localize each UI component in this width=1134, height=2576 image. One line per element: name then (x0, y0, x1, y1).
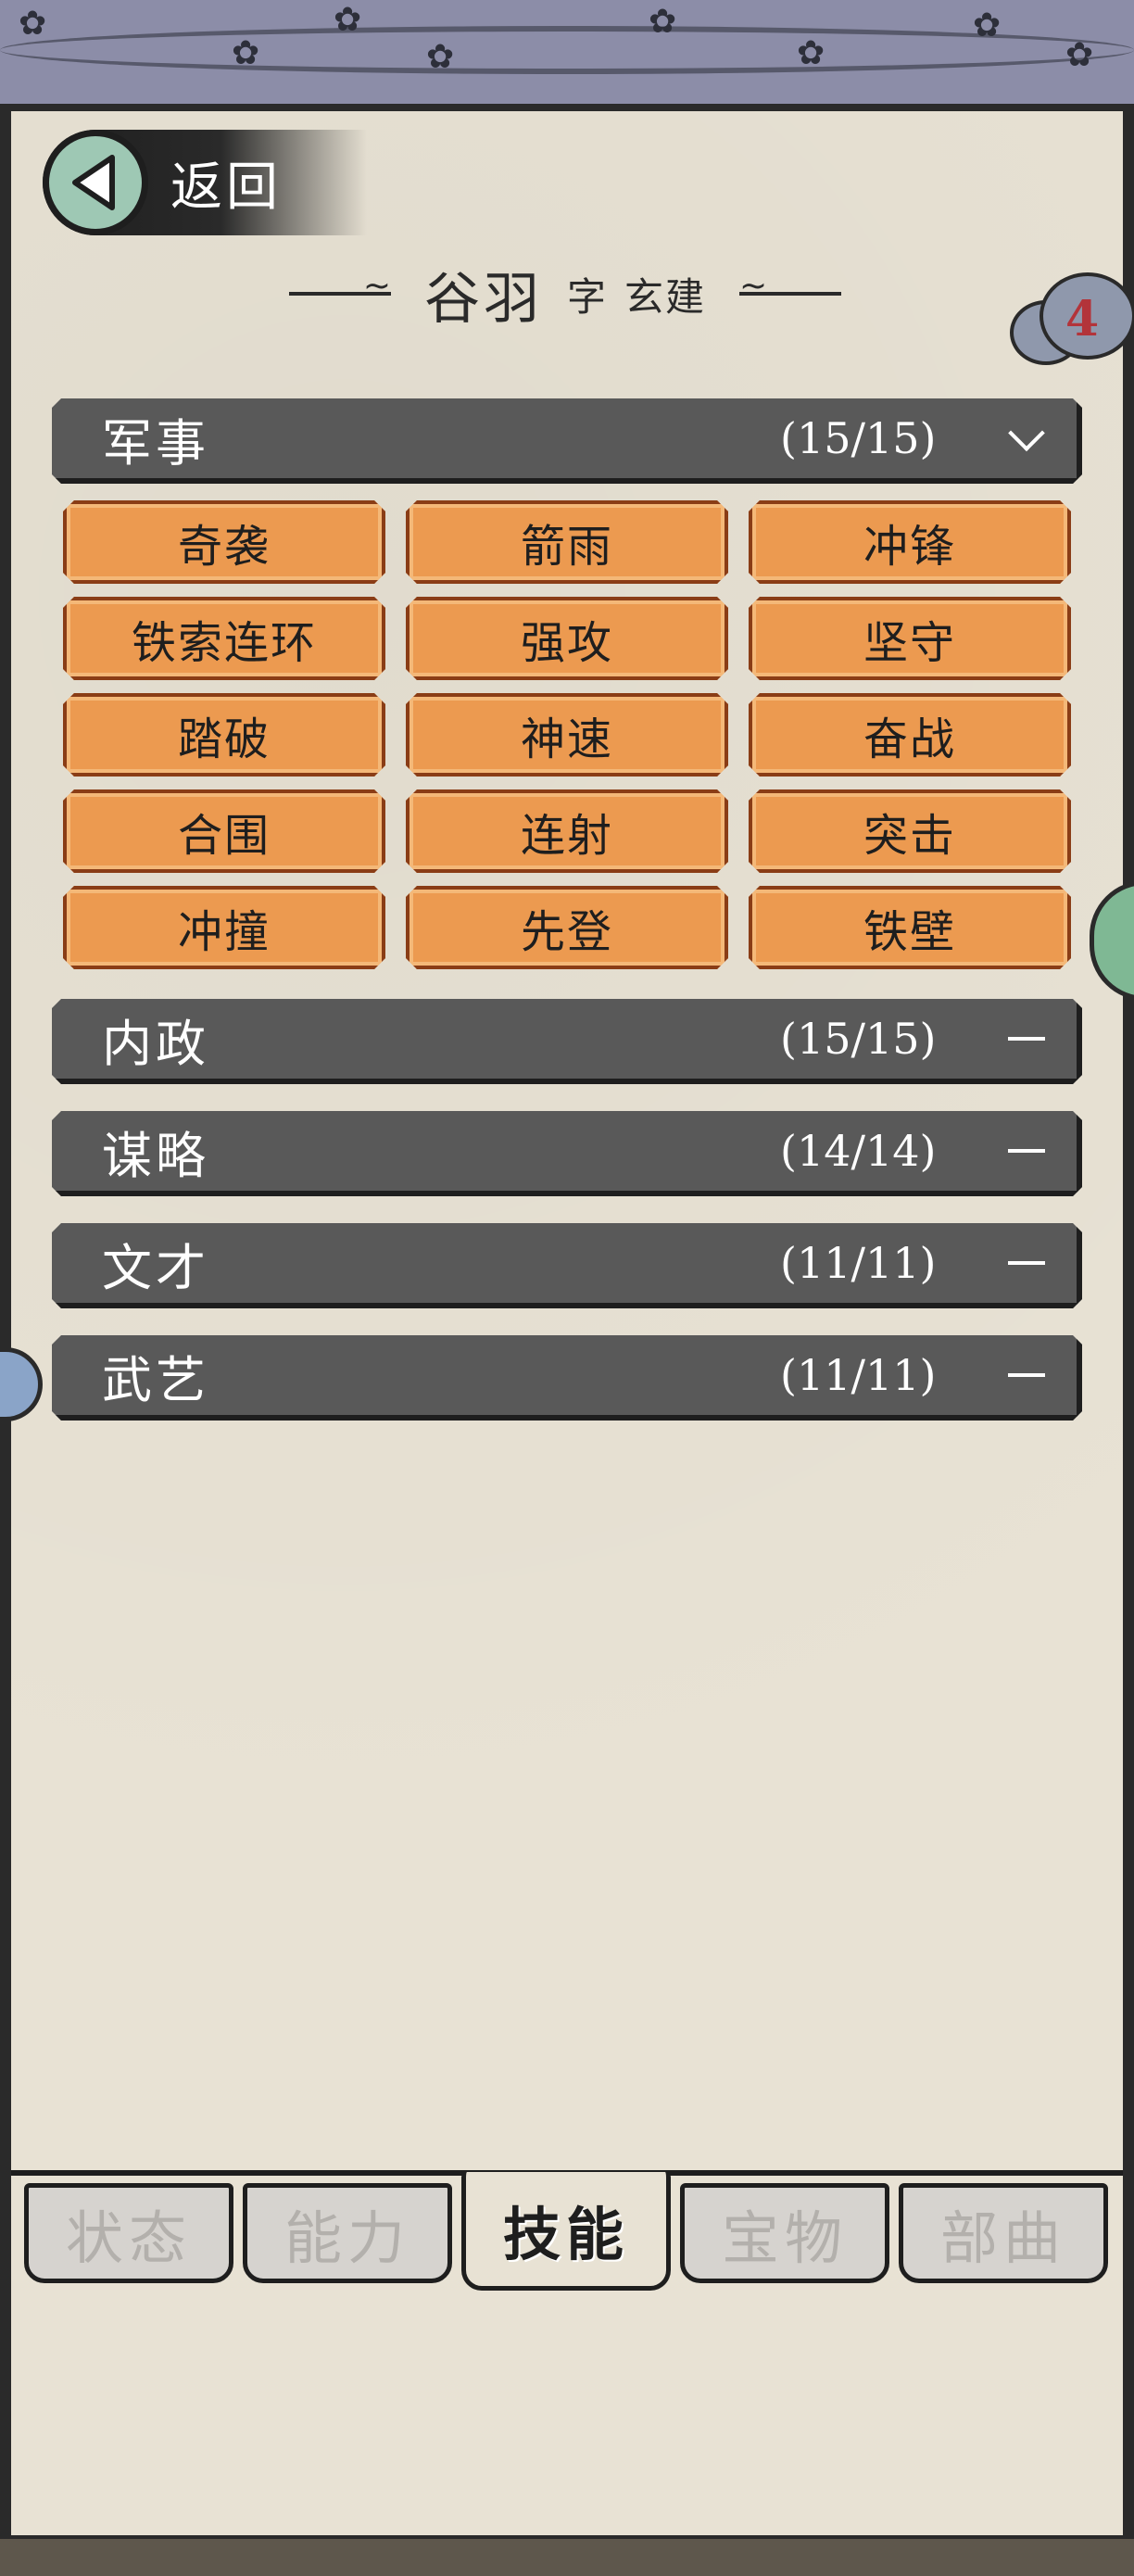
vine-pattern (0, 26, 1134, 74)
category-count: (15/15) (780, 413, 937, 463)
tab-label: 状态 (65, 2204, 192, 2272)
skill-button[interactable]: 坚守 (749, 597, 1071, 680)
badge-count: 4 (1065, 291, 1100, 347)
category-count: (11/11) (780, 1238, 937, 1288)
frame-right (1123, 104, 1134, 2535)
tab-skills[interactable]: 技能 (461, 2172, 671, 2291)
category-name: 文才 (102, 1238, 209, 1297)
courtesy-label: 字 (566, 273, 606, 320)
skill-button[interactable]: 冲锋 (749, 500, 1071, 584)
collapse-dash-icon[interactable] (1006, 1130, 1047, 1171)
category-name: 武艺 (102, 1350, 209, 1409)
flower-icon: ✿ (232, 34, 260, 72)
bottom-strip (0, 2535, 1134, 2576)
back-button[interactable]: 返回 (43, 130, 367, 235)
skill-button[interactable]: 箭雨 (406, 500, 728, 584)
right-ornament (739, 267, 842, 305)
category-count: (11/11) (780, 1350, 937, 1400)
general-name: 谷羽 (423, 266, 543, 332)
category-literary[interactable]: 文才 (11/11) (52, 1223, 1082, 1308)
tab-ability[interactable]: 能力 (243, 2183, 452, 2283)
bottom-tab-bar: 状态 能力 技能 宝物 部曲 (11, 2170, 1123, 2291)
flower-icon: ✿ (334, 1, 362, 39)
flower-icon: ✿ (426, 38, 455, 76)
decorative-top-border: ✿ ✿ ✿ ✿ ✿ ✿ ✿ ✿ (0, 0, 1134, 111)
category-name: 内政 (102, 1014, 209, 1073)
tab-treasure[interactable]: 宝物 (680, 2183, 889, 2283)
back-label: 返回 (170, 157, 282, 218)
category-military[interactable]: 军事 (15/15) (52, 398, 1082, 484)
skill-button[interactable]: 强攻 (406, 597, 728, 680)
tab-label: 宝物 (721, 2204, 848, 2272)
tab-status[interactable]: 状态 (24, 2183, 233, 2283)
tab-label: 能力 (284, 2204, 410, 2272)
frame-left (0, 104, 11, 2535)
flower-icon: ✿ (19, 5, 47, 43)
skill-button[interactable]: 连射 (406, 789, 728, 873)
category-martial[interactable]: 武艺 (11/11) (52, 1335, 1082, 1421)
courtesy-name: 玄建 (624, 273, 707, 320)
skill-button[interactable]: 先登 (406, 886, 728, 969)
collapse-dash-icon[interactable] (1006, 1018, 1047, 1059)
skill-button[interactable]: 奇袭 (63, 500, 385, 584)
category-administration[interactable]: 内政 (15/15) (52, 999, 1082, 1084)
flower-icon: ✿ (797, 34, 825, 72)
flower-icon: ✿ (973, 6, 1002, 44)
collapse-dash-icon[interactable] (1006, 1243, 1047, 1283)
flower-icon: ✿ (649, 3, 677, 41)
category-name: 军事 (102, 413, 209, 473)
category-count: (15/15) (780, 1014, 937, 1064)
skill-button[interactable]: 神速 (406, 693, 728, 777)
tab-label: 技能 (502, 2200, 629, 2268)
tab-label: 部曲 (939, 2204, 1066, 2272)
general-title: 谷羽 字 玄建 (241, 252, 889, 335)
back-arrow-icon (43, 130, 148, 235)
skill-button[interactable]: 踏破 (63, 693, 385, 777)
flower-icon: ✿ (1065, 36, 1094, 74)
skill-button[interactable]: 合围 (63, 789, 385, 873)
cloud-badge[interactable]: 4 (1004, 269, 1134, 365)
tab-troops[interactable]: 部曲 (899, 2183, 1108, 2283)
military-skill-grid: 奇袭 箭雨 冲锋 铁索连环 强攻 坚守 踏破 神速 奋战 合围 连射 突击 冲撞… (63, 500, 1075, 969)
category-name: 谋略 (102, 1126, 209, 1185)
category-count: (14/14) (780, 1126, 937, 1176)
skill-button[interactable]: 铁索连环 (63, 597, 385, 680)
collapse-dash-icon[interactable] (1006, 1355, 1047, 1395)
skill-button[interactable]: 冲撞 (63, 886, 385, 969)
left-ornament (288, 267, 391, 305)
chevron-down-icon[interactable] (1006, 418, 1047, 459)
skill-button[interactable]: 奋战 (749, 693, 1071, 777)
skill-button[interactable]: 铁壁 (749, 886, 1071, 969)
category-strategy[interactable]: 谋略 (14/14) (52, 1111, 1082, 1196)
skill-button[interactable]: 突击 (749, 789, 1071, 873)
